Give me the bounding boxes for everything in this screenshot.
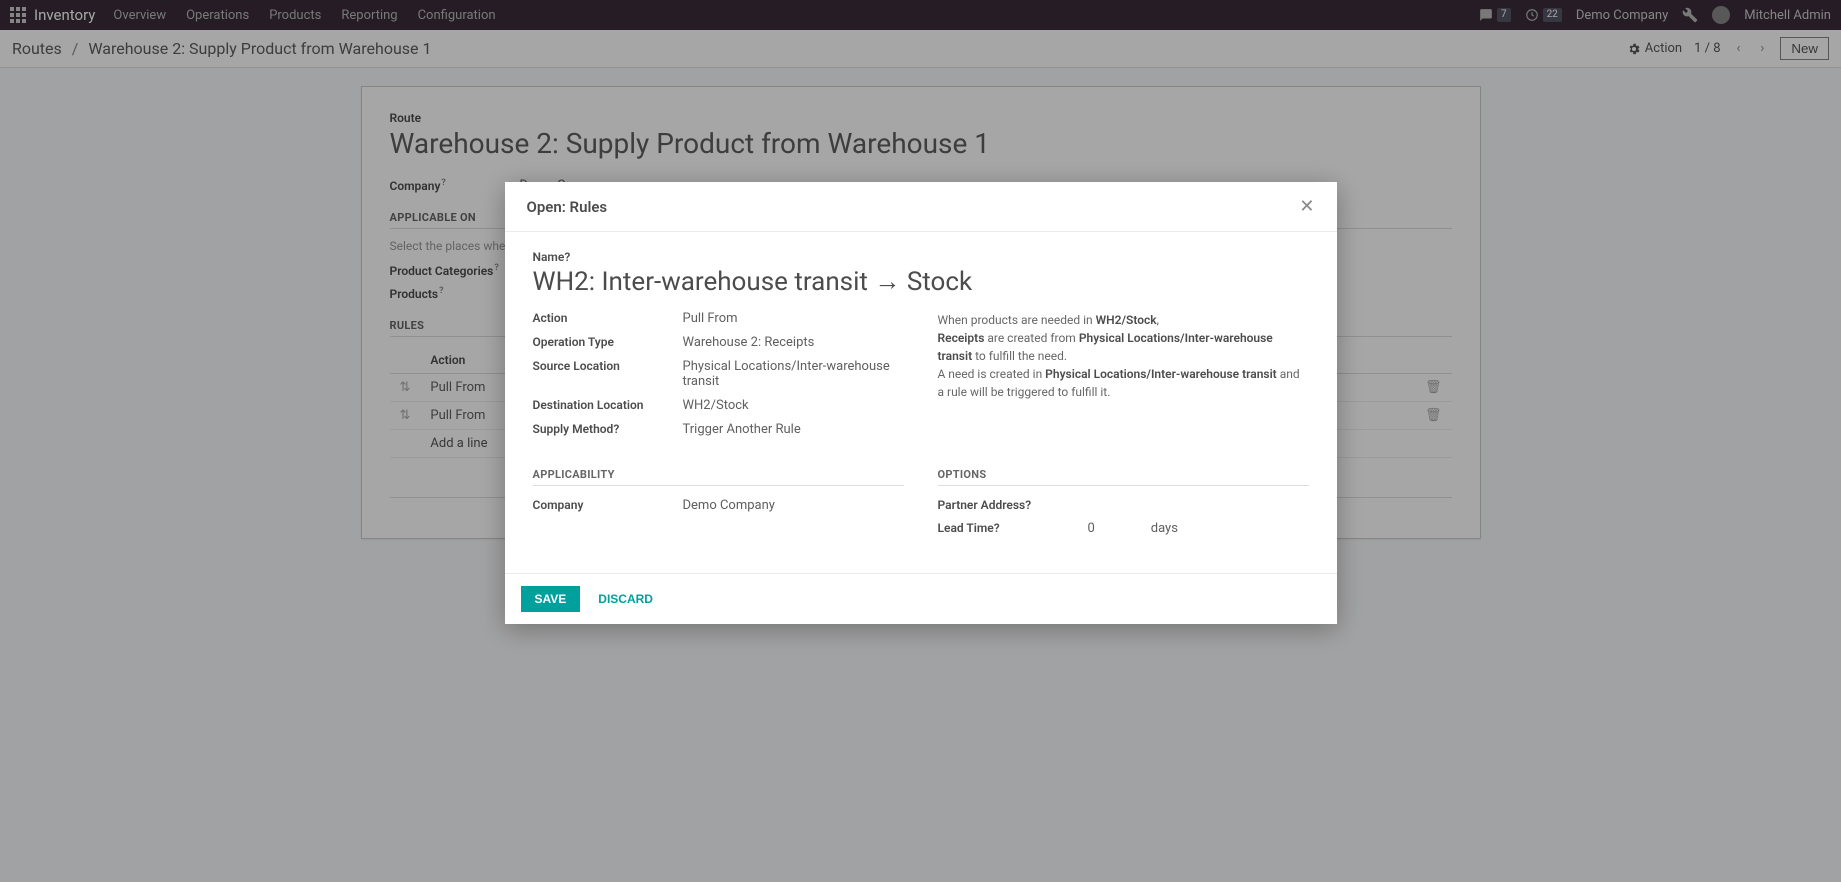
destination-location-label: Destination Location xyxy=(533,398,683,413)
discard-button[interactable]: DISCARD xyxy=(586,586,665,612)
help-icon[interactable]: ? xyxy=(613,422,619,436)
options-header: OPTIONS xyxy=(938,468,1309,486)
applicability-header: APPLICABILITY xyxy=(533,468,904,486)
modal-company-value[interactable]: Demo Company xyxy=(683,498,904,513)
source-location-value[interactable]: Physical Locations/Inter-warehouse trans… xyxy=(683,359,904,389)
help-icon[interactable]: ? xyxy=(1025,498,1031,512)
supply-method-value[interactable]: Trigger Another Rule xyxy=(683,422,904,437)
modal-backdrop[interactable]: Open: Rules ✕ Name? WH2: Inter-warehouse… xyxy=(0,0,1841,882)
lead-time-label: Lead Time? xyxy=(938,521,1088,536)
partner-address-value[interactable] xyxy=(1088,498,1309,512)
rule-explanation: When products are needed in WH2/Stock, R… xyxy=(938,311,1309,401)
save-button[interactable]: SAVE xyxy=(521,586,581,612)
modal-title: Open: Rules xyxy=(527,198,608,216)
partner-address-label: Partner Address? xyxy=(938,498,1088,512)
action-value[interactable]: Pull From xyxy=(683,311,904,326)
close-icon[interactable]: ✕ xyxy=(1299,196,1314,217)
name-field-label: Name? xyxy=(533,250,1309,264)
action-label: Action xyxy=(533,311,683,326)
rule-name[interactable]: WH2: Inter-warehouse transit → Stock xyxy=(533,266,1309,297)
help-icon[interactable]: ? xyxy=(994,521,1000,535)
operation-type-label: Operation Type xyxy=(533,335,683,350)
rules-modal: Open: Rules ✕ Name? WH2: Inter-warehouse… xyxy=(505,182,1337,624)
lead-time-value[interactable]: 0 days xyxy=(1088,521,1309,536)
supply-method-label: Supply Method? xyxy=(533,422,683,437)
source-location-label: Source Location xyxy=(533,359,683,389)
operation-type-value[interactable]: Warehouse 2: Receipts xyxy=(683,335,904,350)
modal-company-label: Company xyxy=(533,498,683,513)
destination-location-value[interactable]: WH2/Stock xyxy=(683,398,904,413)
help-icon[interactable]: ? xyxy=(564,250,570,264)
